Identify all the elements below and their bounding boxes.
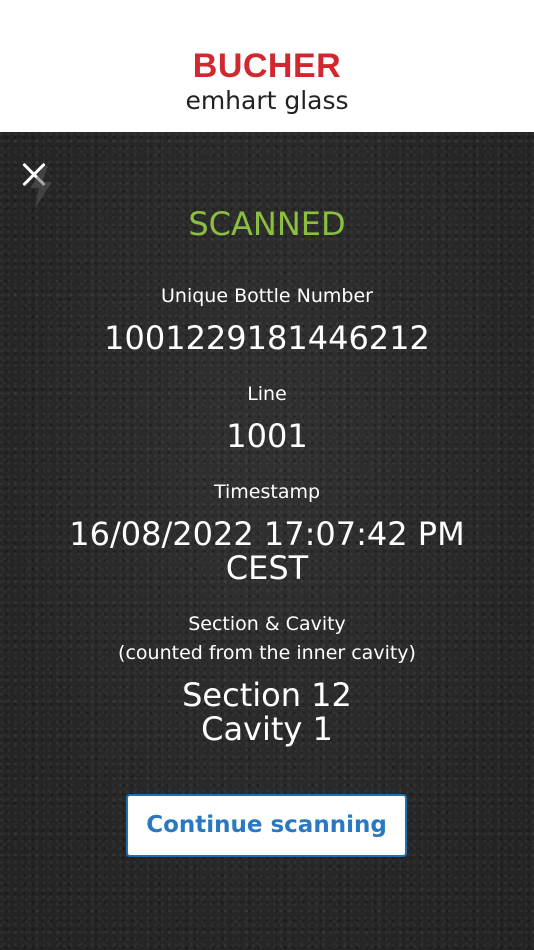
scan-result-panel: SCANNED Unique Bottle Number 10012291814… <box>0 132 534 950</box>
unique-bottle-number-value: 1001229181446212 <box>104 319 430 357</box>
app-header: BUCHER emhart glass <box>0 0 534 132</box>
brand-logo-emhart-glass: emhart glass <box>185 86 349 115</box>
section-value: Section 12 <box>182 676 352 714</box>
timestamp-value-datetime: 16/08/2022 17:07:42 PM <box>69 515 465 553</box>
unique-bottle-number-label: Unique Bottle Number <box>161 285 373 307</box>
section-cavity-label: Section & Cavity <box>188 613 346 635</box>
timestamp-value-timezone: CEST <box>225 549 309 587</box>
timestamp-label: Timestamp <box>213 481 321 503</box>
line-label: Line <box>247 383 287 405</box>
flash-icon[interactable] <box>26 166 56 208</box>
cavity-value: Cavity 1 <box>201 710 333 748</box>
section-cavity-note: (counted from the inner cavity) <box>118 642 416 664</box>
scan-status: SCANNED <box>188 205 346 243</box>
brand-logo-bucher: BUCHER <box>192 47 342 85</box>
line-value: 1001 <box>226 417 308 455</box>
continue-scanning-button[interactable]: Continue scanning <box>126 794 407 857</box>
